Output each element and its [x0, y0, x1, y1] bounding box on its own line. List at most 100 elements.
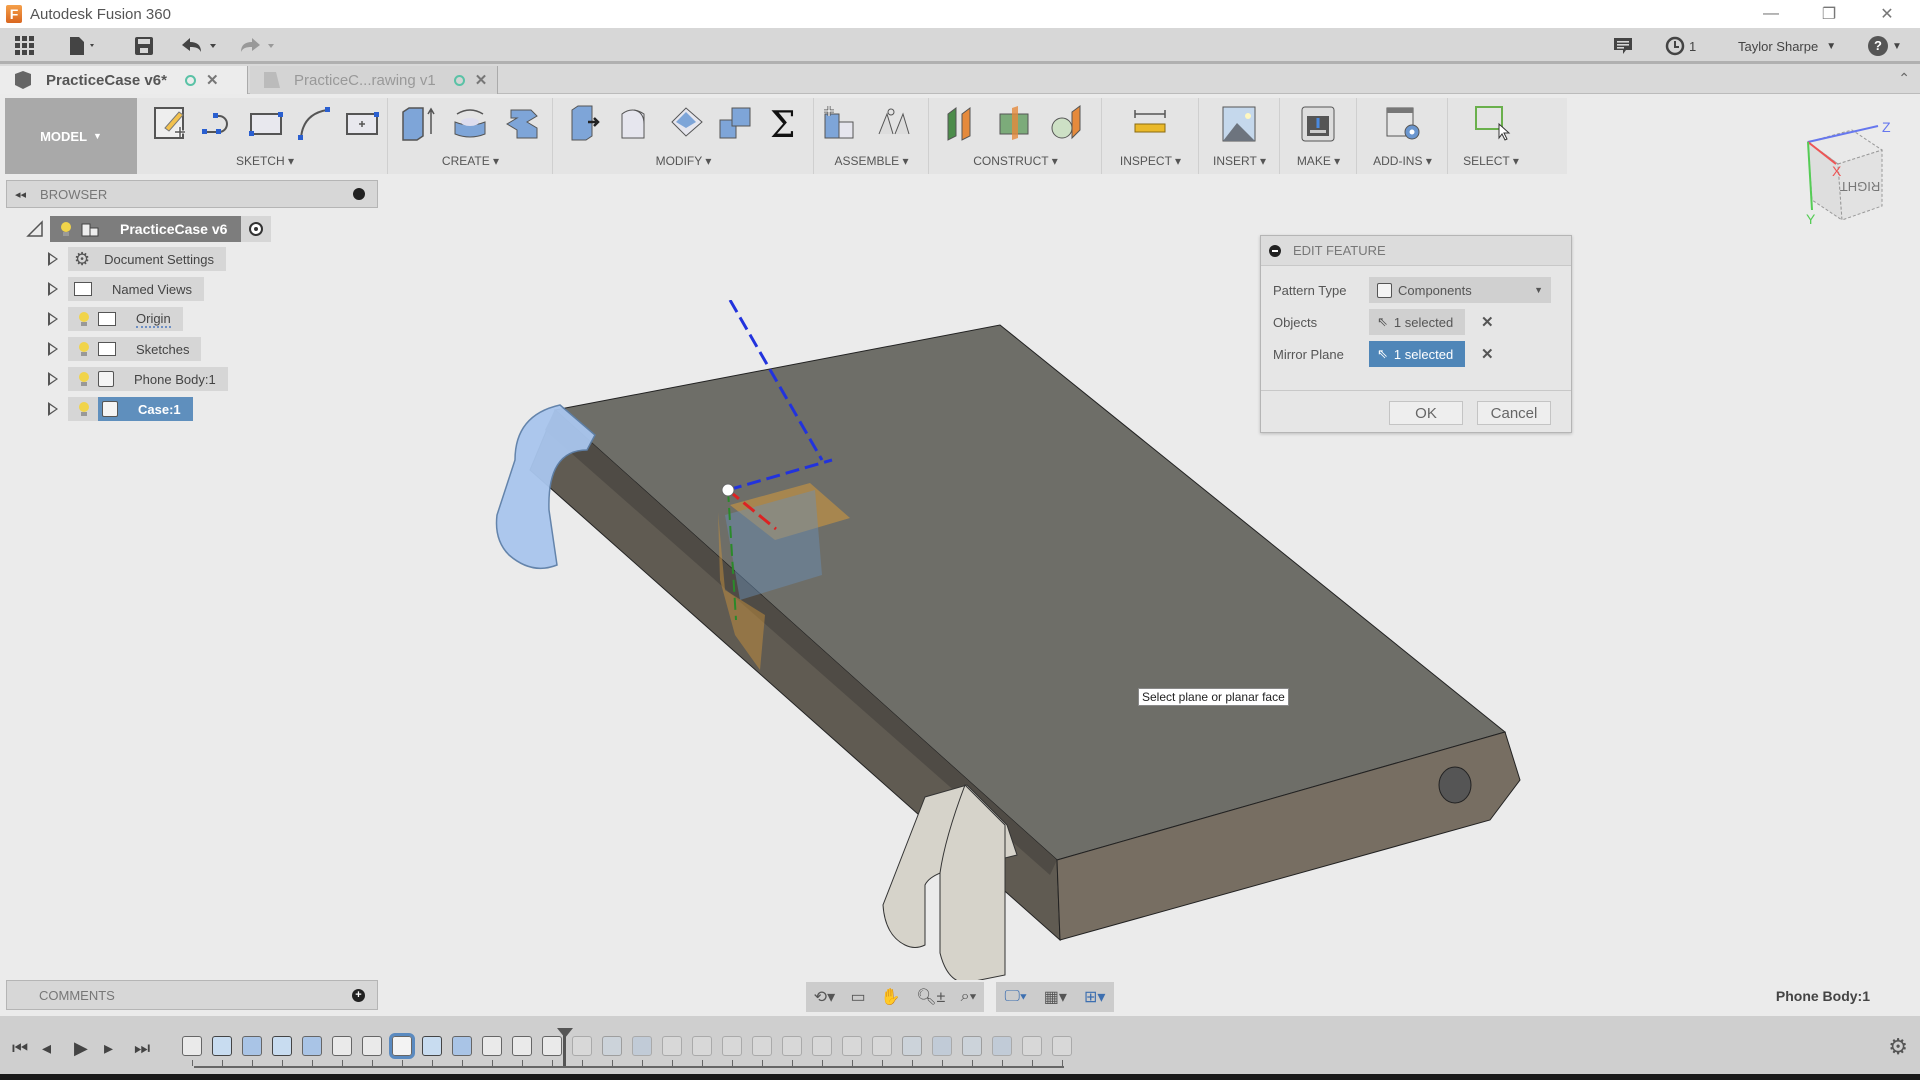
close-button[interactable]: ✕	[1858, 0, 1916, 28]
timeline-item-sketch[interactable]	[272, 1036, 292, 1056]
browser-item-named-views[interactable]: Named Views	[48, 277, 204, 301]
timeline-item-component[interactable]	[389, 1033, 415, 1059]
timeline-item-extrude[interactable]	[632, 1036, 652, 1056]
close-tab-icon[interactable]: ✕	[475, 71, 488, 89]
timeline-item-fillet[interactable]	[872, 1036, 892, 1056]
timeline-item-fillet[interactable]	[812, 1036, 832, 1056]
expand-triangle-icon[interactable]	[48, 282, 58, 296]
shell-icon[interactable]	[668, 104, 706, 142]
workspace-switcher[interactable]: MODEL ▼	[5, 98, 137, 174]
group-label[interactable]: INSERT ▾	[1200, 154, 1279, 168]
expand-triangle-icon[interactable]	[48, 342, 58, 356]
create-sketch-icon[interactable]	[151, 104, 189, 142]
timeline-item-combine[interactable]	[512, 1036, 532, 1056]
expanded-triangle-icon[interactable]	[26, 220, 44, 238]
timeline-item-fillet[interactable]	[842, 1036, 862, 1056]
line-icon[interactable]	[199, 104, 237, 142]
collapse-panel-icon[interactable]: ◂◂	[15, 188, 26, 201]
browser-item-case[interactable]: Case:1	[48, 397, 193, 421]
minimize-button[interactable]: —	[1742, 0, 1800, 28]
extrude-icon[interactable]	[399, 104, 437, 142]
timeline-item-mirror[interactable]	[692, 1036, 712, 1056]
timeline-item-fillet[interactable]	[1022, 1036, 1042, 1056]
new-component-icon[interactable]	[821, 104, 859, 142]
expand-triangle-icon[interactable]	[48, 372, 58, 386]
timeline-item-extrude[interactable]	[992, 1036, 1012, 1056]
timeline-item-extrude[interactable]	[452, 1036, 472, 1056]
timeline-item-fillet[interactable]	[332, 1036, 352, 1056]
timeline-item-joint[interactable]	[662, 1036, 682, 1056]
point-icon[interactable]	[343, 104, 381, 142]
clear-objects-icon[interactable]: ✕	[1481, 313, 1494, 331]
step-back-icon[interactable]: ◂	[42, 1038, 51, 1059]
3d-print-icon[interactable]	[1299, 104, 1337, 142]
grid-settings-icon[interactable]: ▦▾	[1044, 987, 1067, 1007]
browser-item-phone-body[interactable]: Phone Body:1	[48, 367, 228, 391]
file-menu-button[interactable]	[68, 34, 98, 58]
group-label[interactable]: CREATE ▾	[389, 154, 552, 168]
ok-button[interactable]: OK	[1389, 401, 1463, 425]
expand-triangle-icon[interactable]	[48, 402, 58, 416]
notifications-button[interactable]	[1612, 34, 1634, 58]
scripts-icon[interactable]	[1384, 104, 1422, 142]
group-label[interactable]: CONSTRUCT ▾	[930, 154, 1101, 168]
timeline-item-extrude[interactable]	[932, 1036, 952, 1056]
timeline-item-extrude[interactable]	[302, 1036, 322, 1056]
dialog-header[interactable]: EDIT FEATURE	[1261, 236, 1571, 266]
group-label[interactable]: ASSEMBLE ▾	[815, 154, 928, 168]
pan-hand-icon[interactable]: ✋	[881, 987, 901, 1007]
user-menu-button[interactable]: Taylor Sharpe ▼	[1738, 34, 1836, 58]
collapse-dialog-icon[interactable]	[1269, 244, 1281, 257]
timeline-item-sketch[interactable]	[902, 1036, 922, 1056]
sigma-icon[interactable]: Σ	[766, 104, 804, 142]
timeline-item-fillet[interactable]	[482, 1036, 502, 1056]
visibility-bulb-icon[interactable]	[78, 342, 90, 356]
close-tab-icon[interactable]: ✕	[206, 71, 219, 89]
sweep-icon[interactable]	[503, 104, 541, 142]
expand-triangle-icon[interactable]	[48, 312, 58, 326]
press-pull-icon[interactable]	[566, 104, 604, 142]
timeline-item-fillet[interactable]	[782, 1036, 802, 1056]
joint-icon[interactable]	[875, 104, 913, 142]
fillet-icon[interactable]	[616, 104, 654, 142]
timeline-item-sketch[interactable]	[962, 1036, 982, 1056]
revolve-icon[interactable]	[451, 104, 489, 142]
visibility-bulb-icon[interactable]	[60, 222, 72, 236]
redo-button[interactable]	[238, 34, 280, 58]
tab-drawing[interactable]: PracticeC...rawing v1 ✕	[250, 66, 498, 94]
undo-button[interactable]	[180, 34, 222, 58]
timeline-item-combine[interactable]	[752, 1036, 772, 1056]
group-label[interactable]: SELECT ▾	[1449, 154, 1533, 168]
timeline-item-component[interactable]	[722, 1036, 742, 1056]
timeline-settings-gear-icon[interactable]: ⚙	[1888, 1034, 1908, 1060]
objects-selector[interactable]: ⇖ 1 selected	[1369, 309, 1465, 335]
viewcube[interactable]: RIGHT Z X Y	[1790, 120, 1900, 230]
browser-item-origin[interactable]: Origin	[48, 307, 183, 331]
insert-image-icon[interactable]	[1220, 104, 1258, 142]
go-to-end-icon[interactable]: ⏭	[134, 1038, 150, 1059]
measure-icon[interactable]	[1131, 104, 1169, 142]
data-panel-button[interactable]	[14, 34, 36, 58]
save-button[interactable]	[133, 34, 155, 58]
zoom-icon[interactable]: 🔍︎±	[916, 987, 945, 1007]
viewports-icon[interactable]: ⊞▾	[1084, 987, 1105, 1007]
select-icon[interactable]	[1473, 104, 1511, 142]
timeline-item-mirror[interactable]	[542, 1036, 562, 1056]
play-icon[interactable]: ▶	[74, 1038, 88, 1059]
group-label[interactable]: SKETCH ▾	[143, 154, 387, 168]
midplane-icon[interactable]	[996, 104, 1034, 142]
tab-practicecase[interactable]: PracticeCase v6* ✕	[0, 66, 248, 94]
add-comment-icon[interactable]: +	[352, 988, 365, 1002]
timeline-item-component[interactable]	[182, 1036, 202, 1056]
help-button[interactable]: ? ▼	[1868, 34, 1902, 58]
browser-item-document-settings[interactable]: ⚙ Document Settings	[48, 247, 226, 271]
fit-icon[interactable]: ⌕▾	[961, 988, 977, 1006]
activate-component-button[interactable]	[241, 216, 272, 242]
minimize-panel-icon[interactable]	[353, 188, 365, 200]
step-forward-icon[interactable]: ▸	[104, 1038, 113, 1059]
orbit-icon[interactable]: ⟲▾	[814, 987, 835, 1007]
mirror-plane-selector[interactable]: ⇖ 1 selected	[1369, 341, 1465, 367]
timeline-item-extrude[interactable]	[242, 1036, 262, 1056]
visibility-bulb-icon[interactable]	[78, 312, 90, 326]
timeline-item-fillet[interactable]	[1052, 1036, 1072, 1056]
